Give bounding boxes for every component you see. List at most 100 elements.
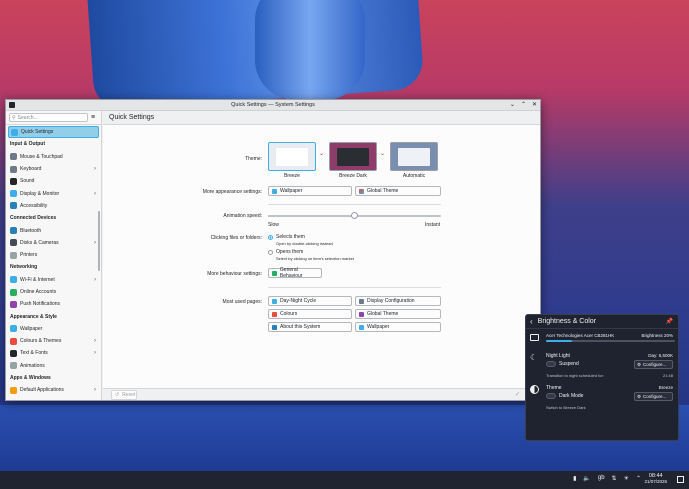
opens-them-radio[interactable]: Opens them	[268, 249, 303, 255]
sidebar-scrollbar[interactable]	[98, 211, 100, 271]
selects-them-radio[interactable]: Selects them	[268, 234, 305, 240]
page-button-wallpaper[interactable]: Wallpaper	[355, 322, 441, 332]
quick-settings-icon	[11, 128, 18, 136]
search-icon: ⚲	[12, 114, 16, 121]
volume-icon[interactable]: 🔈	[583, 475, 590, 482]
wallpaper-icon	[272, 188, 277, 194]
global-theme-button[interactable]: Global Theme	[355, 186, 441, 196]
sidebar-item-sound[interactable]: Sound	[8, 175, 99, 187]
configure-icon: ⚙	[637, 361, 642, 367]
slider-min-label: Slow	[268, 222, 279, 228]
night-light-configure-button[interactable]: ⚙ Configure...	[634, 360, 673, 369]
chevron-right-icon: ›	[94, 166, 96, 173]
page-button-about-this-system[interactable]: About this System	[268, 322, 352, 332]
sidebar-item-wallpaper[interactable]: Wallpaper	[8, 323, 99, 335]
maximize-button[interactable]: ⌃	[521, 101, 526, 108]
page-button-colours[interactable]: Colours	[268, 309, 352, 319]
theme-configure-button[interactable]: ⚙ Configure...	[634, 392, 673, 401]
sidebar-item-display-monitor[interactable]: Display & Monitor ›	[8, 187, 99, 199]
pin-icon[interactable]: 📌	[666, 318, 673, 325]
brightness-slider[interactable]	[546, 340, 675, 342]
window-titlebar[interactable]: Quick Settings — System Settings ⌄ ⌃ ✕	[6, 100, 540, 111]
sidebar-item-accessibility[interactable]: Accessibility	[8, 200, 99, 212]
wallpaper-button[interactable]: Wallpaper	[268, 186, 352, 196]
sidebar-item-colours-themes[interactable]: Colours & Themes ›	[8, 335, 99, 347]
sidebar-item-label: Sound	[20, 178, 35, 185]
sidebar-item-default-applications[interactable]: Default Applications ›	[8, 384, 99, 396]
page-icon	[359, 298, 364, 304]
page-button-label: Day-Night Cycle	[280, 298, 317, 304]
fonts-icon	[10, 349, 17, 357]
page-button-global-theme[interactable]: Global Theme	[355, 309, 441, 319]
night-light-title: Night Light	[546, 353, 570, 359]
reset-icon: ↺	[115, 392, 120, 398]
divider	[268, 287, 441, 288]
printer-icon	[10, 251, 17, 259]
sidebar-item-keyboard[interactable]: Keyboard ›	[8, 163, 99, 175]
battery-icon[interactable]: ▮	[573, 475, 576, 482]
search-placeholder: Search...	[17, 114, 38, 121]
radio-unchecked-icon	[268, 249, 273, 255]
page-icon	[272, 298, 277, 304]
page-icon	[272, 324, 277, 330]
page-icon	[359, 324, 364, 330]
sidebar-item-label: Text & Fonts	[20, 350, 48, 357]
general-behaviour-icon	[272, 270, 277, 276]
animation-speed-slider[interactable]	[268, 212, 441, 219]
bluetooth-icon	[10, 227, 17, 235]
slider-handle[interactable]	[351, 212, 358, 219]
general-behaviour-button[interactable]: General Behaviour	[268, 267, 322, 279]
sidebar-item-wi-fi-internet[interactable]: Wi-Fi & Internet ›	[8, 274, 99, 286]
sidebar-item-printers[interactable]: Printers	[8, 249, 99, 261]
page-button-day-night-cycle[interactable]: Day-Night Cycle	[268, 296, 352, 306]
theme-preview-automatic[interactable]	[390, 142, 438, 171]
theme-dropdown-icon[interactable]: ⌄	[380, 150, 385, 157]
configure-label: Configure...	[643, 362, 667, 367]
theme-dropdown-icon[interactable]: ⌄	[319, 150, 324, 157]
theme-preview-breeze[interactable]	[268, 142, 316, 171]
disks-icon	[10, 239, 17, 247]
page-button-display-configuration[interactable]: Display Configuration	[355, 296, 441, 306]
sidebar-item-mouse-touchpad[interactable]: Mouse & Touchpad	[8, 151, 99, 163]
clock[interactable]: 08:44 21/07/2026	[644, 473, 667, 484]
footer-bar: ↺ Reset ✓	[103, 388, 540, 400]
sidebar-item-disks-cameras[interactable]: Disks & Cameras ›	[8, 237, 99, 249]
display-icon	[10, 190, 17, 198]
theme-preview-breeze-dark[interactable]	[329, 142, 377, 171]
clock-date: 21/07/2026	[644, 479, 667, 484]
brightness-tray-icon[interactable]: ☀	[624, 475, 629, 482]
chevron-right-icon: ›	[94, 239, 96, 246]
minimize-button[interactable]: ⌄	[510, 101, 515, 108]
search-input[interactable]: ⚲ Search...	[9, 113, 88, 122]
sidebar-item-push-notifications[interactable]: Push Notifications	[8, 298, 99, 310]
show-desktop-icon[interactable]	[677, 476, 684, 483]
apply-icon[interactable]: ✓	[515, 391, 520, 398]
wallpaper-button-label: Wallpaper	[280, 188, 303, 194]
back-icon[interactable]: ‹	[530, 317, 533, 326]
accessibility-icon	[10, 202, 17, 210]
reset-button[interactable]: ↺ Reset	[111, 390, 137, 400]
push-notifications-icon	[10, 300, 17, 308]
main-content: Quick Settings Theme: Breeze ⌄ Breeze Dark…	[103, 111, 540, 400]
clicking-label: Clicking files or folders:	[210, 235, 262, 241]
sidebar-item-online-accounts[interactable]: Online Accounts	[8, 286, 99, 298]
night-light-status: Day: 6,500K	[648, 353, 673, 358]
sidebar-item-label: Disks & Cameras	[20, 239, 59, 246]
sidebar-item-quick-settings[interactable]: Quick Settings	[8, 126, 99, 139]
network-icon[interactable]: ⇅	[612, 475, 617, 482]
suspend-toggle[interactable]: Suspend	[546, 361, 579, 367]
reset-label: Reset	[122, 392, 136, 398]
sidebar-item-animations[interactable]: Animations	[8, 360, 99, 372]
dark-mode-toggle[interactable]: Dark Mode	[546, 393, 583, 399]
sidebar-item-text-fonts[interactable]: Text & Fonts ›	[8, 347, 99, 359]
sidebar-item-label: Colours & Themes	[20, 338, 62, 345]
expand-tray-icon[interactable]: ⌃	[636, 475, 641, 482]
page-button-label: About this System	[280, 324, 321, 330]
page-button-label: Global Theme	[367, 311, 399, 317]
sidebar-section-header: Input & Output	[10, 141, 45, 148]
sidebar-item-bluetooth[interactable]: Bluetooth	[8, 224, 99, 236]
hamburger-menu-icon[interactable]: ≡	[91, 114, 98, 121]
close-button[interactable]: ✕	[532, 101, 537, 108]
selects-them-label: Selects them	[276, 234, 305, 240]
kb-layout[interactable]: gb	[598, 475, 605, 482]
